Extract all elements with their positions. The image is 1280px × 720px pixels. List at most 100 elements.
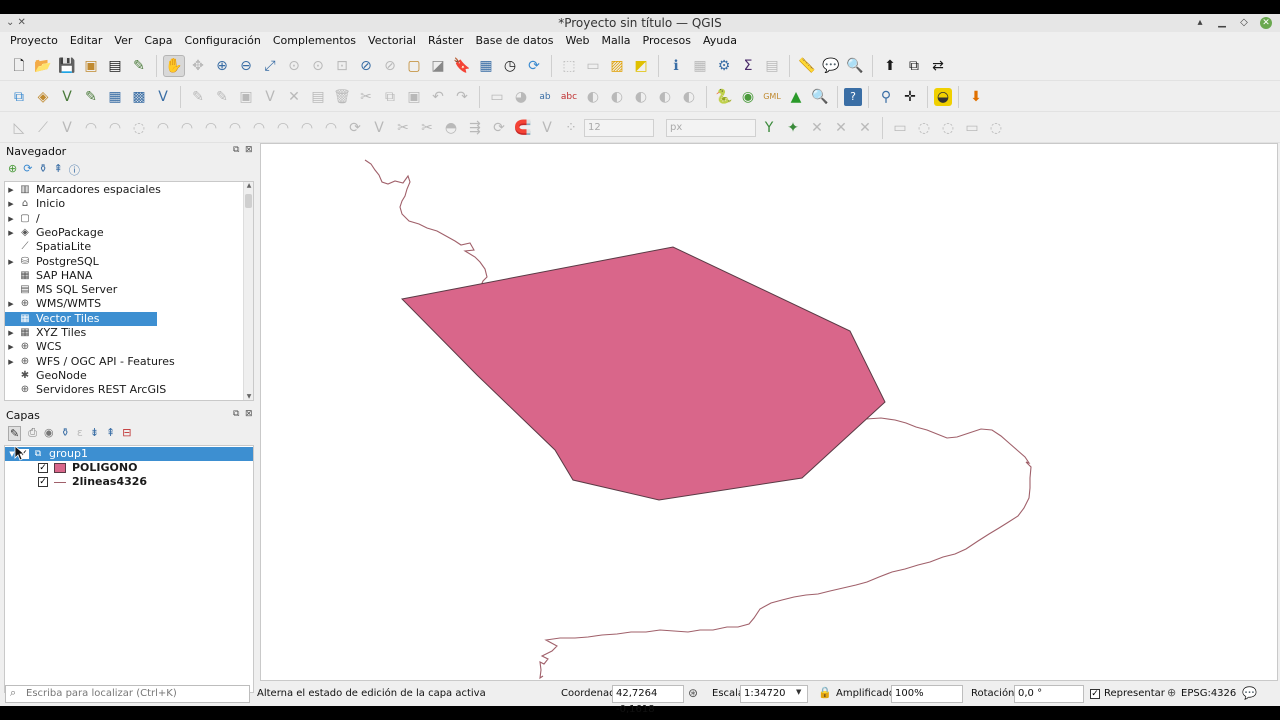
navigator-item[interactable]: ▶ ▦ XYZ Tiles <box>5 326 245 340</box>
rotate-feature-icon[interactable]: ⟳ <box>488 117 510 139</box>
merge-icon[interactable]: ◠ <box>224 117 246 139</box>
identify-icon[interactable]: ℹ <box>665 55 687 77</box>
navigator-item[interactable]: ⟋ SpatiaLite <box>5 240 245 254</box>
locator-icon[interactable]: 🔍 <box>844 55 866 77</box>
close-button[interactable]: ✕ <box>1260 17 1272 29</box>
digitize-shape-icon[interactable]: V <box>56 117 78 139</box>
menu-editar[interactable]: Editar <box>64 32 109 50</box>
filter-browser-icon[interactable]: ⚱ <box>38 162 47 178</box>
gps-icon[interactable]: ⚲ <box>875 86 897 108</box>
scale-dropdown-icon[interactable]: ▼ <box>796 688 801 696</box>
navigator-item[interactable]: ▶ ⛁ PostgreSQL <box>5 255 245 269</box>
redo-icon[interactable]: ↷ <box>451 86 473 108</box>
navigator-item[interactable]: ▦ SAP HANA <box>5 269 245 283</box>
menu-ayuda[interactable]: Ayuda <box>697 32 743 50</box>
rotation-input[interactable]: 0,0 ° <box>1014 685 1084 703</box>
collapse-all-layers-icon[interactable]: ⇞ <box>106 426 115 441</box>
save-project-icon[interactable]: 💾 <box>56 55 78 77</box>
refresh-icon[interactable]: ⟳ <box>523 55 545 77</box>
zoom-last-icon[interactable]: ⊘ <box>355 55 377 77</box>
render-checkbox[interactable]: ✓ <box>1090 689 1100 699</box>
diagram-icon[interactable]: ◕ <box>510 86 532 108</box>
annotation-html-icon[interactable]: ▭ <box>961 117 983 139</box>
expand-arrow-icon[interactable]: ▶ <box>5 255 17 269</box>
zoom-next-icon[interactable]: ⊘ <box>379 55 401 77</box>
menu-web[interactable]: Web <box>559 32 595 50</box>
layer-row-2lineas[interactable]: ✓ 2lineas4326 <box>38 475 147 489</box>
label-toolbar-icon[interactable]: ▭ <box>486 86 508 108</box>
expand-arrow-icon[interactable]: ▶ <box>5 297 17 311</box>
annotation-svg-icon[interactable]: ◌ <box>937 117 959 139</box>
split-features-icon[interactable]: ✂ <box>416 117 438 139</box>
open-project-icon[interactable]: 📂 <box>32 55 54 77</box>
modify-attributes-icon[interactable]: ▤ <box>307 86 329 108</box>
swap-icon[interactable]: ⇄ <box>927 55 949 77</box>
zoom-native-icon[interactable]: ⊡ <box>331 55 353 77</box>
highlight-pinned-icon[interactable]: abc <box>558 86 580 108</box>
layer-group-row[interactable]: ▼ ✓ ⧉ group1 <box>5 447 253 461</box>
menu-vectorial[interactable]: Vectorial <box>362 32 422 50</box>
add-delimited-icon[interactable]: ✎ <box>80 86 102 108</box>
georeferencer-icon[interactable]: ⧉ <box>903 55 925 77</box>
menu-ver[interactable]: Ver <box>108 32 138 50</box>
measure-icon[interactable]: 📏 <box>796 55 818 77</box>
snap-vertex-icon[interactable]: ⁘ <box>560 117 582 139</box>
navigator-item[interactable]: ▤ MS SQL Server <box>5 283 245 297</box>
rotate-icon[interactable]: ◠ <box>248 117 270 139</box>
scroll-thumb[interactable] <box>245 194 252 208</box>
new-3d-view-icon[interactable]: ◪ <box>427 55 449 77</box>
add-vector-icon[interactable]: V <box>56 86 78 108</box>
new-map-view-icon[interactable]: ▢ <box>403 55 425 77</box>
navigator-item[interactable]: ▶ ▢ / <box>5 212 245 226</box>
snap-type-icon[interactable]: V <box>536 117 558 139</box>
navigator-item[interactable]: ▦ Vector Tiles <box>5 311 157 326</box>
help-icon[interactable]: ? <box>844 87 862 106</box>
menu-base-de-datos[interactable]: Base de datos <box>469 32 559 50</box>
coordinate-capture-icon[interactable]: ✛ <box>899 86 921 108</box>
navigator-item[interactable]: ▶ ⊕ WCS <box>5 340 245 354</box>
navigator-item[interactable]: ▶ ▥ Marcadores espaciales <box>5 183 245 197</box>
split-parts-icon[interactable]: ✂ <box>392 117 414 139</box>
undo-icon[interactable]: ↶ <box>427 86 449 108</box>
topological-edit-icon[interactable]: Y <box>758 117 780 139</box>
properties-widget-icon[interactable]: ⓘ <box>69 162 80 178</box>
snap-units-select[interactable]: px <box>666 118 756 137</box>
refresh-browser-icon[interactable]: ⟳ <box>23 162 32 178</box>
menu-procesos[interactable]: Procesos <box>637 32 697 50</box>
zoom-to-selection-icon[interactable]: ⊙ <box>283 55 305 77</box>
map-canvas[interactable] <box>260 143 1278 681</box>
open-layer-styling-icon[interactable]: ✎ <box>8 426 22 441</box>
add-virtual-icon[interactable]: V <box>152 86 174 108</box>
add-geopackage-icon[interactable]: ◈ <box>32 86 54 108</box>
pan-to-selection-icon[interactable]: ✥ <box>187 55 209 77</box>
menu-complementos[interactable]: Complementos <box>267 32 362 50</box>
filter-legend-icon[interactable]: ⚱ <box>61 426 70 441</box>
layer-checkbox-poligono[interactable]: ✓ <box>38 463 48 473</box>
current-edits-icon[interactable]: ✎ <box>187 86 209 108</box>
pin-labels-icon[interactable]: ◐ <box>582 86 604 108</box>
navigator-close-icon[interactable]: ⊠ <box>245 145 253 155</box>
menu-proyecto[interactable]: Proyecto <box>4 32 64 50</box>
show-bookmarks-icon[interactable]: ▦ <box>475 55 497 77</box>
select-location-icon[interactable]: ◩ <box>630 55 652 77</box>
maximize-button[interactable]: ◇ <box>1238 17 1250 29</box>
new-bookmark-icon[interactable]: 🔖 <box>451 55 473 77</box>
plugin-icon[interactable]: ◉ <box>737 86 759 108</box>
lock-scale-icon[interactable]: 🔒 <box>818 686 832 699</box>
toggle-editing-icon[interactable]: ✎ <box>211 86 233 108</box>
layer-labeling-icon[interactable]: ab <box>534 86 556 108</box>
move-label-icon[interactable]: ◐ <box>630 86 652 108</box>
terrain-icon[interactable]: ▲ <box>785 86 807 108</box>
navigator-item[interactable]: ▶ ⊕ WMS/WMTS <box>5 297 245 311</box>
offset-icon[interactable]: ⟳ <box>344 117 366 139</box>
select-features-icon[interactable]: ⬚ <box>558 55 580 77</box>
expand-arrow-icon[interactable]: ▶ <box>5 340 17 354</box>
layers-float-icon[interactable]: ⧉ <box>233 409 239 419</box>
navigator-item[interactable]: ✱ GeoNode <box>5 369 245 383</box>
simplify-icon[interactable]: ◠ <box>272 117 294 139</box>
snap-intersection-icon[interactable]: ✦ <box>782 117 804 139</box>
temporal-controller-icon[interactable]: ◷ <box>499 55 521 77</box>
style-manager-icon[interactable]: ✎ <box>128 55 150 77</box>
shape-circle-icon[interactable]: ◠ <box>80 117 102 139</box>
avoid-overlap-icon[interactable]: ✕ <box>806 117 828 139</box>
